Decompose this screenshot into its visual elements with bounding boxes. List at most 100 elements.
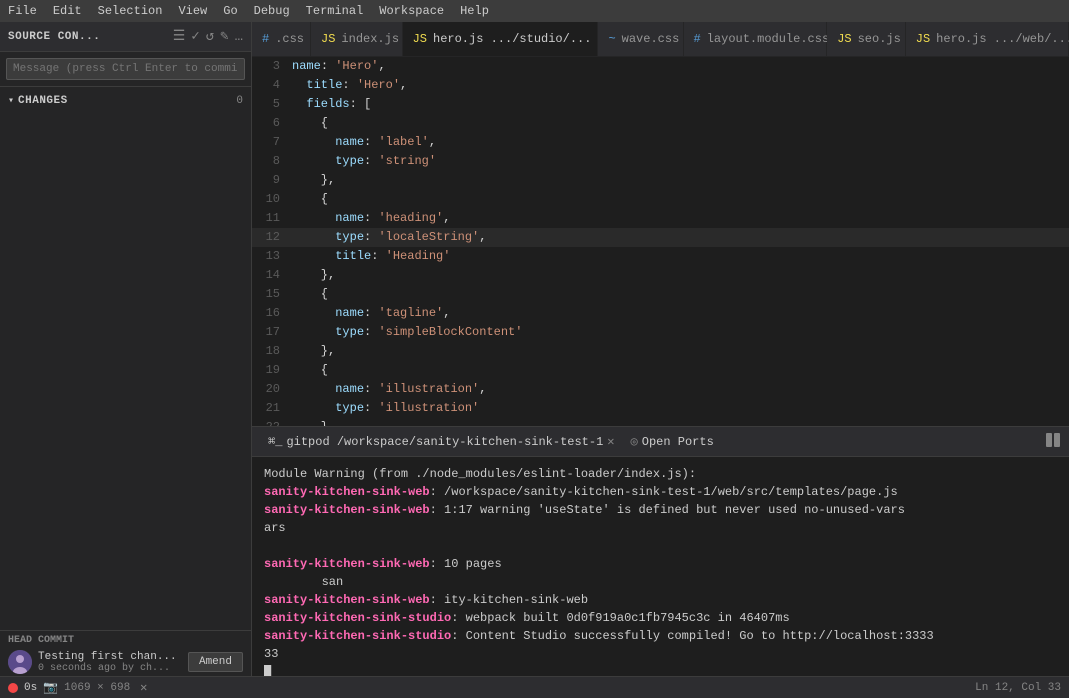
recording-close-icon[interactable]: ✕ — [140, 680, 147, 695]
line-content-9: }, — [292, 171, 1069, 190]
code-line-13: 13 title: 'Heading' — [252, 247, 1069, 266]
line-content-8: type: 'string' — [292, 152, 1069, 171]
line-content-21: type: 'illustration' — [292, 399, 1069, 418]
herojs2-icon: JS — [916, 32, 930, 46]
line-num-17: 17 — [252, 323, 292, 342]
tab-indexjs[interactable]: JS index.js — [311, 22, 403, 56]
tab-seojs-label: seo.js — [858, 32, 901, 46]
sidebar: SOURCE CON... ☰ ✓ ↺ ✎ … ▾ CHANGES — [0, 22, 252, 676]
line-content-15: { — [292, 285, 1069, 304]
line-num-7: 7 — [252, 133, 292, 152]
line-num-18: 18 — [252, 342, 292, 361]
tab-layoutcss-label: layout.module.css — [707, 32, 829, 46]
line-num-21: 21 — [252, 399, 292, 418]
commit-message-area — [0, 52, 251, 87]
line-num-13: 13 — [252, 247, 292, 266]
tab-css[interactable]: # .css — [252, 22, 311, 56]
code-line-18: 18 }, — [252, 342, 1069, 361]
sidebar-list-icon[interactable]: ☰ — [173, 28, 186, 45]
line-content-14: }, — [292, 266, 1069, 285]
line-num-14: 14 — [252, 266, 292, 285]
code-line-19: 19 { — [252, 361, 1069, 380]
line-num-5: 5 — [252, 95, 292, 114]
menu-workspace[interactable]: Workspace — [379, 4, 444, 18]
line-content-20: name: 'illustration', — [292, 380, 1069, 399]
commit-message-text: Testing first chan... — [38, 651, 182, 663]
changes-header[interactable]: ▾ CHANGES 0 — [0, 91, 251, 111]
code-line-11: 11 name: 'heading', — [252, 209, 1069, 228]
status-position: Ln 12, Col 33 — [975, 682, 1061, 694]
code-line-12: 12 type: 'localeString', — [252, 228, 1069, 247]
menu-view[interactable]: View — [178, 4, 207, 18]
commit-message-input[interactable] — [6, 58, 245, 80]
sidebar-more-icon[interactable]: … — [235, 29, 243, 45]
line-num-9: 9 — [252, 171, 292, 190]
code-line-6: 6 { — [252, 114, 1069, 133]
tab-herojs2[interactable]: JS hero.js .../web/... — [906, 22, 1069, 56]
changes-arrow-icon: ▾ — [8, 95, 14, 107]
menu-debug[interactable]: Debug — [254, 4, 290, 18]
code-line-15: 15 { — [252, 285, 1069, 304]
menu-file[interactable]: File — [8, 4, 37, 18]
line-content-13: title: 'Heading' — [292, 247, 1069, 266]
terminal-line-blank — [264, 537, 1057, 555]
code-editor: # .css JS index.js JS hero.js .../studio… — [252, 22, 1069, 676]
recording-bar: 0s 📷 1069 × 698 ✕ Ln 12, Col 33 — [0, 676, 1069, 698]
line-num-6: 6 — [252, 114, 292, 133]
terminal-line-6: san — [264, 573, 1057, 591]
tab-layoutcss[interactable]: # layout.module.css — [684, 22, 828, 56]
commit-avatar — [8, 650, 32, 674]
camera-icon[interactable]: 📷 — [43, 680, 58, 695]
line-num-3: 3 — [252, 57, 292, 76]
main-layout: SOURCE CON... ☰ ✓ ↺ ✎ … ▾ CHANGES — [0, 22, 1069, 698]
tabs-bar: # .css JS index.js JS hero.js .../studio… — [252, 22, 1069, 57]
code-line-22: 22 }, — [252, 418, 1069, 426]
css-icon: # — [262, 32, 269, 46]
code-line-8: 8 type: 'string' — [252, 152, 1069, 171]
code-content[interactable]: 3 name: 'Hero', 4 title: 'Hero', 5 field… — [252, 57, 1069, 426]
line-content-18: }, — [292, 342, 1069, 361]
head-commit-label: HEAD COMMIT — [8, 635, 243, 646]
line-num-11: 11 — [252, 209, 292, 228]
sidebar-header: SOURCE CON... ☰ ✓ ↺ ✎ … — [0, 22, 251, 52]
menu-terminal[interactable]: Terminal — [306, 4, 364, 18]
code-line-21: 21 type: 'illustration' — [252, 399, 1069, 418]
sidebar-refresh-icon[interactable]: ↺ — [206, 28, 214, 45]
sidebar-edit-icon[interactable]: ✎ — [220, 28, 228, 45]
tab-seojs[interactable]: JS seo.js — [827, 22, 906, 56]
open-ports-button[interactable]: ◎ Open Ports — [631, 434, 714, 449]
menu-selection[interactable]: Selection — [98, 4, 163, 18]
js-active-icon: JS — [413, 32, 427, 46]
tab-herojs-active[interactable]: JS hero.js .../studio/... ✕ — [403, 22, 599, 56]
line-content-3: name: 'Hero', — [292, 57, 1069, 76]
line-num-10: 10 — [252, 190, 292, 209]
menu-go[interactable]: Go — [223, 4, 237, 18]
menu-edit[interactable]: Edit — [53, 4, 82, 18]
js-icon: JS — [321, 32, 335, 46]
menu-help[interactable]: Help — [460, 4, 489, 18]
terminal-tab[interactable]: ⌘_ gitpod /workspace/sanity-kitchen-sink… — [260, 427, 623, 456]
sidebar-bottom — [0, 115, 251, 630]
seojs-icon: JS — [837, 32, 851, 46]
code-line-16: 16 name: 'tagline', — [252, 304, 1069, 323]
changes-section: ▾ CHANGES 0 — [0, 87, 251, 115]
terminal-close-icon[interactable]: ✕ — [607, 434, 614, 449]
terminal-content[interactable]: Module Warning (from ./node_modules/esli… — [252, 457, 1069, 676]
line-content-12: type: 'localeString', — [292, 228, 1069, 247]
code-line-3: 3 name: 'Hero', — [252, 57, 1069, 76]
tab-herojs2-label: hero.js .../web/... — [936, 32, 1069, 46]
terminal-cursor-line: 33█ — [264, 645, 1057, 676]
line-content-7: name: 'label', — [292, 133, 1069, 152]
terminal-split-icon[interactable] — [1045, 432, 1061, 452]
code-line-4: 4 title: 'Hero', — [252, 76, 1069, 95]
layoutcss-icon: # — [694, 32, 701, 46]
resolution-text: 1069 × 698 — [64, 682, 130, 694]
amend-button[interactable]: Amend — [188, 652, 243, 672]
terminal-line-9: sanity-kitchen-sink-studio: Content Stud… — [264, 627, 1057, 645]
tab-wavecss[interactable]: ~ wave.css — [598, 22, 683, 56]
sidebar-check-icon[interactable]: ✓ — [191, 28, 199, 45]
terminal-line-3: sanity-kitchen-sink-web: 1:17 warning 'u… — [264, 501, 1057, 519]
editor-area: SOURCE CON... ☰ ✓ ↺ ✎ … ▾ CHANGES — [0, 22, 1069, 676]
line-num-8: 8 — [252, 152, 292, 171]
line-content-11: name: 'heading', — [292, 209, 1069, 228]
